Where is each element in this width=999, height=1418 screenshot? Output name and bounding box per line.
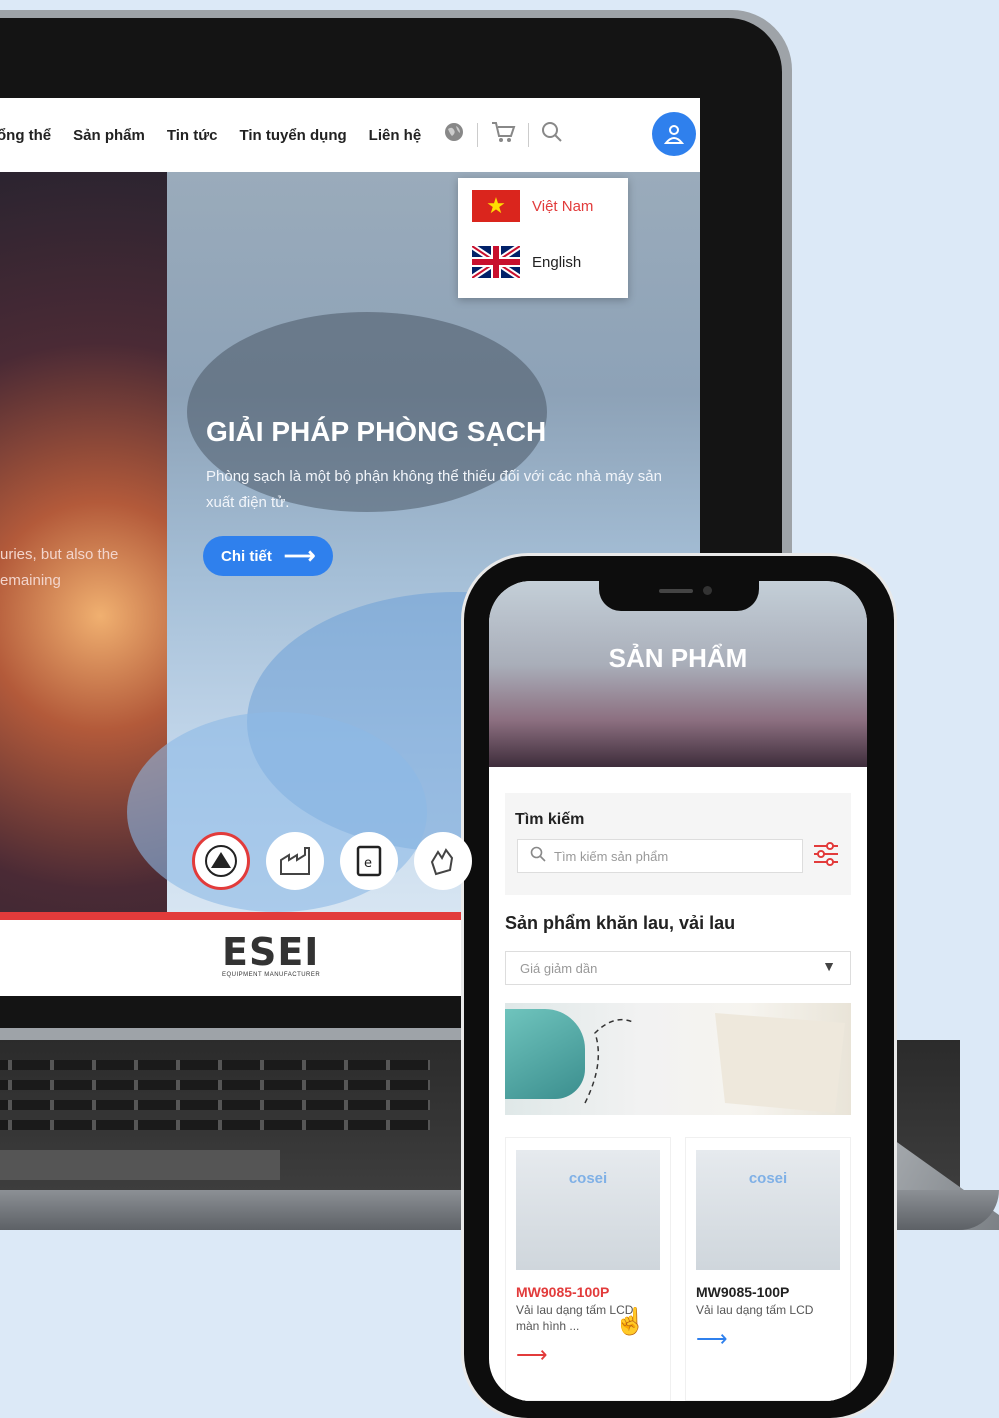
trackpad (0, 1150, 280, 1180)
nav-item-products[interactable]: Sản phẩm (73, 127, 145, 144)
category-banner-image (505, 1003, 851, 1115)
top-nav: tổng thể Sản phẩm Tin tức Tin tuyển dụng… (0, 98, 700, 172)
product-brand: cosei (748, 1170, 788, 1187)
product-code: MW9085-100P (516, 1284, 610, 1300)
svg-text:e: e (364, 856, 372, 871)
uk-flag-icon (472, 246, 520, 278)
language-option-vn[interactable]: ★ Việt Nam (458, 178, 628, 234)
hero-button-label: Chi tiết (221, 547, 272, 565)
pointer-hand-icon: ☝ (614, 1306, 647, 1336)
search-panel: Tìm kiếm Tìm kiếm sản phẩm (505, 793, 851, 895)
keyboard-row (0, 1080, 430, 1090)
glove-image (505, 1009, 585, 1099)
search-input[interactable]: Tìm kiếm sản phẩm (517, 839, 803, 873)
document-icon[interactable]: e (340, 832, 398, 890)
nav-divider (477, 123, 479, 147)
nav-item-overview[interactable]: tổng thể (0, 127, 51, 144)
sort-select[interactable]: Giá giảm dần ▼ (505, 951, 851, 985)
search-icon (530, 846, 546, 867)
nav-divider (528, 123, 530, 147)
camera-icon (703, 586, 712, 595)
nav-item-contact[interactable]: Liên hệ (369, 127, 422, 144)
hero-description: Phòng sạch là một bộ phận không thể thiế… (206, 468, 662, 511)
product-code: MW9085-100P (696, 1284, 790, 1300)
esei-logo: ESEI (222, 930, 320, 974)
speaker-icon (659, 589, 693, 593)
chevron-down-icon: ▼ (822, 958, 836, 974)
arrow-right-icon: ⟶ (283, 543, 316, 568)
hero-detail-button[interactable]: Chi tiết ⟶ (203, 536, 333, 576)
phone-notch (599, 581, 759, 611)
language-option-en[interactable]: English (458, 234, 628, 290)
language-label: English (532, 253, 582, 271)
nav-item-news[interactable]: Tin tức (167, 127, 218, 144)
hero-title: GIẢI PHÁP PHÒNG SẠCH (206, 416, 547, 447)
search-label: Tìm kiếm (515, 811, 585, 828)
search-icon[interactable] (541, 121, 563, 149)
product-brand: cosei (568, 1170, 608, 1187)
product-card[interactable]: cosei MW9085-100P Vải lau dạng tấm LCD, … (505, 1137, 671, 1401)
nav-item-careers[interactable]: Tin tuyển dụng (239, 127, 346, 144)
sort-selected-value: Giá giảm dần (520, 960, 598, 976)
glove-icon[interactable] (414, 832, 472, 890)
phone-frame: SẢN PHẨM Tìm kiếm Tìm kiếm sản phẩm Sản … (464, 556, 894, 1418)
vietnam-flag-icon: ★ (472, 190, 520, 222)
cart-icon[interactable] (490, 120, 516, 150)
keyboard-row (0, 1060, 430, 1070)
product-card[interactable]: cosei MW9085-100P Vải lau dạng tấm LCD ⟶ (685, 1137, 851, 1401)
product-description: Vải lau dạng tấm LCD (696, 1303, 814, 1317)
keyboard-row (0, 1100, 430, 1110)
factory-icon[interactable] (266, 832, 324, 890)
arrow-right-icon[interactable]: ⟶ (516, 1342, 660, 1368)
language-label: Việt Nam (532, 197, 594, 215)
user-icon[interactable] (652, 112, 696, 156)
arrow-right-icon[interactable]: ⟶ (696, 1326, 840, 1352)
section-title: Sản phẩm khăn lau, vải lau (505, 913, 736, 933)
banner-title: SẢN PHẨM (608, 643, 748, 673)
product-image: cosei (516, 1150, 660, 1270)
esei-logo-subtitle: EQUIPMENT MANUFACTURER (222, 972, 321, 978)
esd-icon[interactable] (192, 832, 250, 890)
search-placeholder: Tìm kiếm sản phẩm (554, 848, 669, 864)
filter-icon[interactable] (811, 841, 841, 871)
product-grid: cosei MW9085-100P Vải lau dạng tấm LCD, … (505, 1137, 851, 1401)
language-dropdown: ★ Việt Nam English (458, 178, 628, 298)
product-image: cosei (696, 1150, 840, 1270)
hero-previous-text: uries, but also the emaining (0, 546, 119, 589)
globe-icon[interactable] (443, 121, 465, 149)
keyboard-row (0, 1120, 430, 1130)
phone-screen: SẢN PHẨM Tìm kiếm Tìm kiếm sản phẩm Sản … (489, 581, 867, 1401)
